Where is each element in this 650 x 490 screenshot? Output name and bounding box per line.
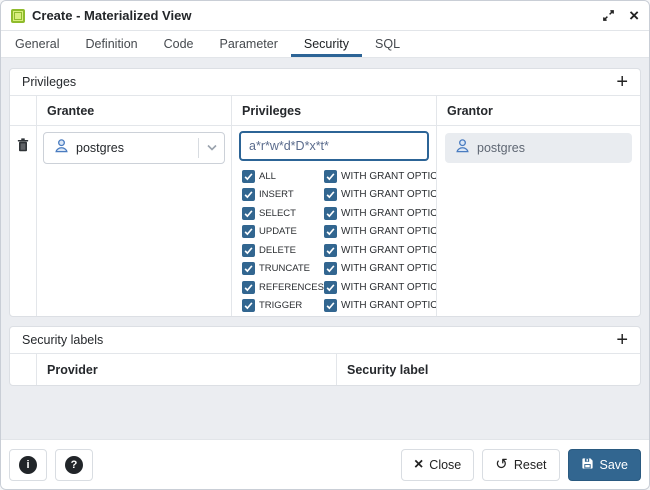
privilege-checkbox[interactable] <box>242 281 255 294</box>
privilege-checkbox[interactable] <box>242 244 255 257</box>
privilege-checkbox[interactable] <box>242 170 255 183</box>
privilege-checkbox-row: DELETE WITH GRANT OPTION <box>232 241 436 260</box>
privilege-label: ALL <box>259 171 324 182</box>
control-column-header <box>10 354 37 385</box>
privileges-table-header: Grantee Privileges Grantor <box>10 96 640 126</box>
save-button[interactable]: Save <box>568 449 642 481</box>
privileges-title: Privileges <box>22 75 76 89</box>
materialized-view-icon <box>11 9 25 23</box>
select-divider <box>198 138 199 158</box>
security-labels-header: Security labels + <box>10 327 640 354</box>
close-button[interactable]: × Close <box>401 449 474 481</box>
privilege-checkbox-row: SELECT WITH GRANT OPTION <box>232 204 436 223</box>
maximize-icon[interactable] <box>602 9 615 22</box>
save-disk-icon <box>581 457 594 473</box>
create-materialized-view-dialog: Create - Materialized View × GeneralDefi… <box>0 0 650 490</box>
grant-option-label: WITH GRANT OPTION <box>341 171 437 182</box>
grant-option-label: WITH GRANT OPTION <box>341 226 437 237</box>
grant-option-label: WITH GRANT OPTION <box>341 208 437 219</box>
privileges-table: Grantee Privileges Grantor <box>10 96 640 316</box>
privilege-label: REFERENCES <box>259 282 324 293</box>
privilege-checkbox[interactable] <box>242 225 255 238</box>
tab-general[interactable]: General <box>2 31 72 57</box>
chevron-down-icon[interactable] <box>206 144 218 152</box>
privilege-row: postgres ALL WITH GRANT OPTION INSERT WITH … <box>10 126 640 316</box>
add-security-label-button[interactable]: + <box>616 330 628 350</box>
grant-option-label: WITH GRANT OPTION <box>341 263 437 274</box>
privilege-checkbox[interactable] <box>242 299 255 312</box>
title-bar: Create - Materialized View × <box>1 1 649 31</box>
security-tab-content: Privileges + Grantee Privileges Grantor <box>1 58 649 439</box>
privileges-section: Privileges + Grantee Privileges Grantor <box>9 68 641 317</box>
user-icon <box>455 138 470 158</box>
tab-code[interactable]: Code <box>151 31 207 57</box>
user-icon <box>54 138 69 158</box>
grant-option-checkbox[interactable] <box>324 225 337 238</box>
grant-option-checkbox[interactable] <box>324 188 337 201</box>
privilege-checkbox-row: ALL WITH GRANT OPTION <box>232 167 436 186</box>
privileges-header: Privileges + <box>10 69 640 96</box>
info-icon: i <box>19 456 37 474</box>
privilege-checkbox[interactable] <box>242 262 255 275</box>
privilege-label: UPDATE <box>259 226 324 237</box>
grantee-value: postgres <box>76 141 124 155</box>
grant-option-checkbox[interactable] <box>324 207 337 220</box>
grant-option-label: WITH GRANT OPTION <box>341 189 437 200</box>
grant-option-label: WITH GRANT OPTION <box>341 282 437 293</box>
help-button[interactable]: ? <box>55 449 93 481</box>
control-column-header <box>10 96 37 125</box>
tab-security[interactable]: Security <box>291 31 362 57</box>
grantor-value: postgres <box>477 141 525 155</box>
grantor-field: postgres <box>445 133 632 163</box>
dialog-title: Create - Materialized View <box>32 8 191 23</box>
grantee-select[interactable]: postgres <box>43 132 225 164</box>
privilege-checkbox-list: ALL WITH GRANT OPTION INSERT WITH GRANT OPT… <box>232 165 436 315</box>
privilege-label: TRIGGER <box>259 300 324 311</box>
privilege-label: TRUNCATE <box>259 263 324 274</box>
reset-button[interactable]: ↺ Reset <box>482 449 559 481</box>
security-label-column-header: Security label <box>337 354 640 385</box>
grant-option-checkbox[interactable] <box>324 170 337 183</box>
privilege-checkbox[interactable] <box>242 207 255 220</box>
security-labels-title: Security labels <box>22 333 103 347</box>
close-x-icon: × <box>414 457 423 473</box>
privilege-checkbox[interactable] <box>242 188 255 201</box>
footer-bar: i ? × Close ↺ Reset Save <box>1 439 649 489</box>
add-privilege-button[interactable]: + <box>616 72 628 92</box>
privilege-label: DELETE <box>259 245 324 256</box>
grant-option-checkbox[interactable] <box>324 262 337 275</box>
tab-parameter[interactable]: Parameter <box>207 31 291 57</box>
delete-row-icon[interactable] <box>10 126 36 157</box>
tab-bar: GeneralDefinitionCodeParameterSecuritySQ… <box>1 31 649 58</box>
privilege-label: SELECT <box>259 208 324 219</box>
privilege-checkbox-row: REFERENCES WITH GRANT OPTION <box>232 278 436 297</box>
grant-option-checkbox[interactable] <box>324 299 337 312</box>
info-button[interactable]: i <box>9 449 47 481</box>
privilege-checkbox-row: INSERT WITH GRANT OPTION <box>232 186 436 205</box>
tab-definition[interactable]: Definition <box>72 31 150 57</box>
privileges-input[interactable] <box>239 131 429 161</box>
grant-option-label: WITH GRANT OPTION <box>341 300 437 311</box>
grantee-column-header: Grantee <box>37 96 232 125</box>
security-labels-section: Security labels + Provider Security labe… <box>9 326 641 386</box>
privilege-checkbox-row: TRIGGER WITH GRANT OPTION <box>232 297 436 316</box>
grant-option-checkbox[interactable] <box>324 281 337 294</box>
reset-icon: ↺ <box>495 457 508 472</box>
help-icon: ? <box>65 456 83 474</box>
privilege-checkbox-row: UPDATE WITH GRANT OPTION <box>232 223 436 242</box>
provider-column-header: Provider <box>37 354 337 385</box>
grant-option-label: WITH GRANT OPTION <box>341 245 437 256</box>
grantor-column-header: Grantor <box>437 96 640 125</box>
security-labels-table-header: Provider Security label <box>10 354 640 385</box>
tab-sql[interactable]: SQL <box>362 31 413 57</box>
close-icon[interactable]: × <box>629 7 639 24</box>
grant-option-checkbox[interactable] <box>324 244 337 257</box>
privileges-column-header: Privileges <box>232 96 437 125</box>
privilege-label: INSERT <box>259 189 324 200</box>
privilege-checkbox-row: TRUNCATE WITH GRANT OPTION <box>232 260 436 279</box>
